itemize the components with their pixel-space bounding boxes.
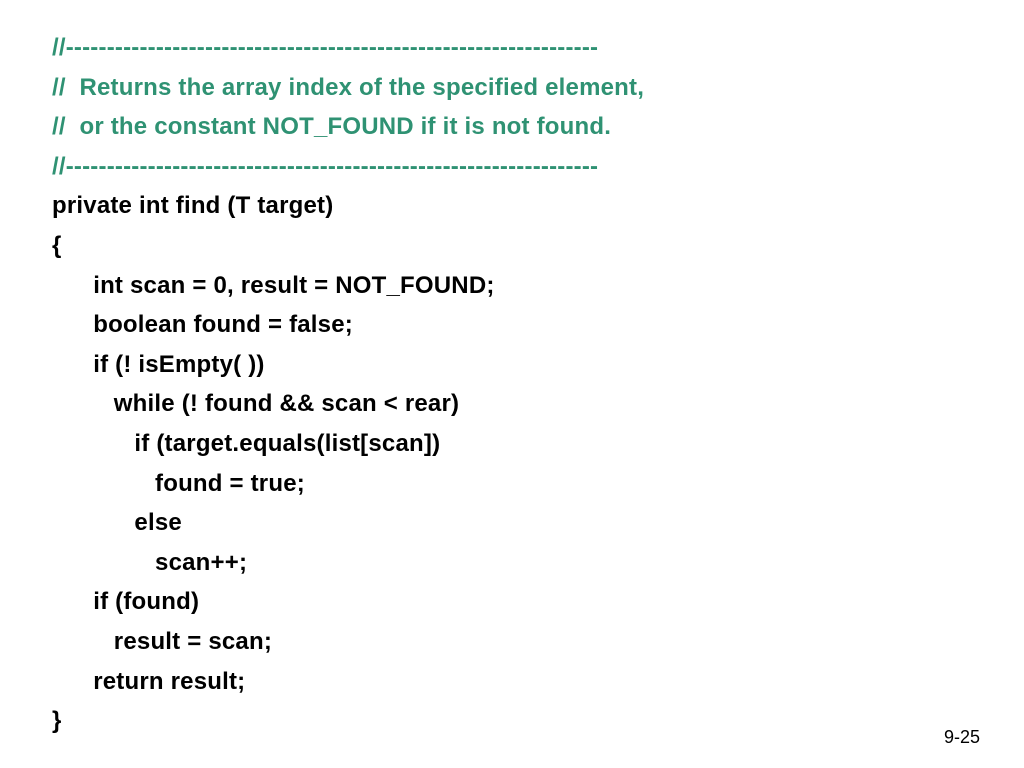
code-line: while (! found && scan < rear) <box>52 384 972 424</box>
code-line: if (found) <box>52 582 972 622</box>
code-line: result = scan; <box>52 622 972 662</box>
code-line: if (! isEmpty( )) <box>52 345 972 385</box>
code-line: if (target.equals(list[scan]) <box>52 424 972 464</box>
code-line: int scan = 0, result = NOT_FOUND; <box>52 266 972 306</box>
code-line: found = true; <box>52 464 972 504</box>
code-line: { <box>52 226 972 266</box>
code-line: scan++; <box>52 543 972 583</box>
page-number: 9-25 <box>944 727 980 748</box>
code-line: return result; <box>52 662 972 702</box>
code-line: boolean found = false; <box>52 305 972 345</box>
comment-desc-2: // or the constant NOT_FOUND if it is no… <box>52 107 972 147</box>
comment-rule-bottom: //--------------------------------------… <box>52 147 972 187</box>
code-slide: //--------------------------------------… <box>52 28 972 741</box>
code-line: else <box>52 503 972 543</box>
comment-rule-top: //--------------------------------------… <box>52 28 972 68</box>
code-line: private int find (T target) <box>52 186 972 226</box>
comment-desc-1: // Returns the array index of the specif… <box>52 68 972 108</box>
code-line: } <box>52 701 972 741</box>
